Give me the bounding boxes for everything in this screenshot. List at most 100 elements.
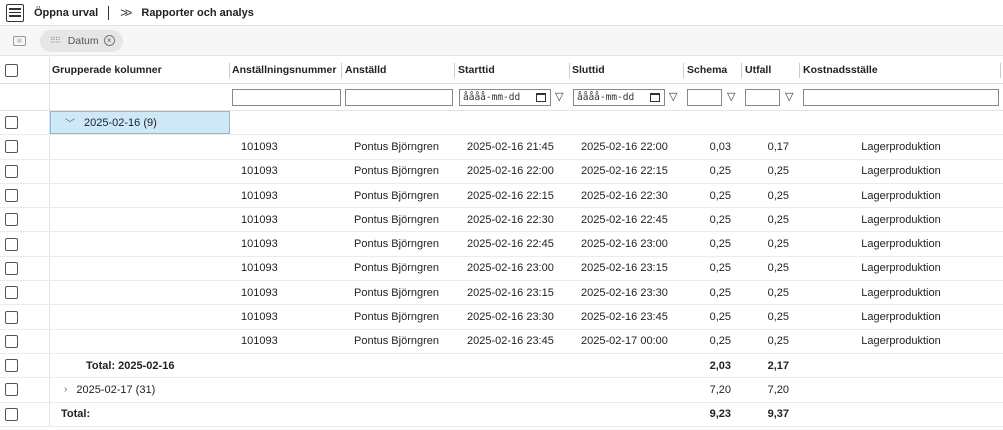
end-date-filter-input[interactable]: åååå-mm-dd bbox=[573, 89, 665, 106]
cell-cost-center: Lagerproduktion bbox=[861, 213, 941, 226]
group-total-utfall: 2,17 bbox=[767, 359, 789, 372]
cell-employee: Pontus Björngren bbox=[354, 262, 439, 275]
cell-utfall: 0,25 bbox=[767, 311, 789, 324]
cell-end: 2025-02-16 22:30 bbox=[581, 189, 668, 202]
cell-employee: Pontus Björngren bbox=[354, 335, 439, 348]
date-placeholder: åååå-mm-dd bbox=[463, 92, 521, 103]
open-selection-button[interactable]: Öppna urval bbox=[34, 7, 98, 19]
employee-filter-input[interactable] bbox=[345, 89, 453, 106]
col-header-end[interactable]: Sluttid bbox=[572, 57, 684, 83]
toolbar: Öppna urval >> Rapporter och analys bbox=[0, 0, 1003, 26]
grand-total-row: Total: 9,23 9,37 bbox=[0, 402, 1003, 427]
row-checkbox[interactable] bbox=[5, 286, 18, 300]
row-checkbox[interactable] bbox=[5, 213, 18, 227]
table-row[interactable]: 101093 Pontus Björngren 2025-02-16 23:15 20… bbox=[0, 281, 1003, 306]
reports-and-analysis-link[interactable]: Rapporter och analys bbox=[141, 7, 253, 19]
calendar-icon[interactable] bbox=[650, 93, 660, 102]
cell-employee: Pontus Björngren bbox=[354, 165, 439, 178]
cell-cost-center: Lagerproduktion bbox=[861, 335, 941, 348]
filter-icon[interactable]: ▽ bbox=[727, 90, 735, 103]
row-checkbox[interactable] bbox=[5, 310, 18, 324]
group-schema: 7,20 bbox=[709, 383, 731, 396]
cell-utfall: 0,25 bbox=[767, 286, 789, 299]
row-checkbox[interactable] bbox=[5, 334, 18, 348]
utfall-filter-input[interactable] bbox=[745, 89, 780, 106]
group-chip-label: Datum bbox=[67, 34, 99, 47]
cell-emp-no: 101093 bbox=[241, 262, 278, 275]
cell-end: 2025-02-16 23:30 bbox=[581, 286, 668, 299]
table-row[interactable]: 101093 Pontus Björngren 2025-02-16 23:45 20… bbox=[0, 329, 1003, 354]
cell-start: 2025-02-16 23:45 bbox=[467, 335, 554, 348]
cell-schema: 0,25 bbox=[709, 262, 731, 275]
table-row[interactable]: 101093 Pontus Björngren 2025-02-16 22:15 20… bbox=[0, 183, 1003, 209]
select-all-checkbox[interactable] bbox=[5, 63, 18, 77]
cell-cost-center: Lagerproduktion bbox=[861, 140, 941, 153]
chevron-right-icon[interactable]: › bbox=[64, 384, 67, 395]
cell-schema: 0,25 bbox=[709, 213, 731, 226]
filter-icon[interactable]: ▽ bbox=[785, 90, 793, 103]
cell-emp-no: 101093 bbox=[241, 140, 278, 153]
cell-cost-center: Lagerproduktion bbox=[861, 189, 941, 202]
group-chip-datum[interactable]: ⠿⠿ Datum × bbox=[40, 29, 123, 52]
row-checkbox[interactable] bbox=[5, 140, 18, 154]
group-row[interactable]: ﹀ 2025-02-16 (9) bbox=[0, 111, 1003, 136]
chevron-down-icon[interactable]: ﹀ bbox=[65, 115, 75, 130]
cell-utfall: 0,17 bbox=[767, 140, 789, 153]
cell-end: 2025-02-16 23:45 bbox=[581, 311, 668, 324]
group-label: 2025-02-17 (31) bbox=[76, 383, 156, 396]
calendar-icon[interactable] bbox=[536, 93, 546, 102]
cell-employee: Pontus Björngren bbox=[354, 189, 439, 202]
filter-icon[interactable]: ▽ bbox=[669, 90, 677, 103]
schema-filter-input[interactable] bbox=[687, 89, 722, 106]
cell-emp-no: 101093 bbox=[241, 286, 278, 299]
group-cell-selected[interactable]: ﹀ 2025-02-16 (9) bbox=[50, 111, 230, 135]
row-checkbox[interactable] bbox=[5, 407, 18, 421]
cost-center-filter-input[interactable] bbox=[803, 89, 999, 106]
col-header-employee[interactable]: Anställd bbox=[345, 57, 455, 83]
row-checkbox[interactable] bbox=[5, 189, 18, 203]
col-header-utfall[interactable]: Utfall bbox=[745, 57, 800, 83]
cell-start: 2025-02-16 23:30 bbox=[467, 311, 554, 324]
col-header-schema[interactable]: Schema bbox=[687, 57, 742, 83]
col-header-emp-no[interactable]: Anställningsnummer bbox=[232, 57, 342, 83]
table-row[interactable]: 101093 Pontus Björngren 2025-02-16 22:00 20… bbox=[0, 159, 1003, 184]
drag-handle-icon[interactable]: ⠿⠿ bbox=[50, 36, 61, 45]
table-row[interactable]: 101093 Pontus Björngren 2025-02-16 23:00 20… bbox=[0, 256, 1003, 282]
cell-end: 2025-02-16 23:15 bbox=[581, 262, 668, 275]
list-checklist-icon[interactable] bbox=[6, 3, 24, 22]
col-header-grouped[interactable]: Grupperade kolumner bbox=[52, 57, 230, 83]
col-header-cost-center[interactable]: Kostnadsställe bbox=[803, 57, 1001, 83]
table-row[interactable]: 101093 Pontus Björngren 2025-02-16 21:45 20… bbox=[0, 135, 1003, 160]
cell-emp-no: 101093 bbox=[241, 311, 278, 324]
table-row[interactable]: 101093 Pontus Björngren 2025-02-16 22:30 20… bbox=[0, 208, 1003, 233]
cell-cost-center: Lagerproduktion bbox=[861, 262, 941, 275]
row-checkbox[interactable] bbox=[5, 359, 18, 373]
cell-employee: Pontus Björngren bbox=[354, 238, 439, 251]
group-row[interactable]: › 2025-02-17 (31) 7,20 7,20 bbox=[0, 378, 1003, 403]
cell-start: 2025-02-16 22:00 bbox=[467, 165, 554, 178]
cell-utfall: 0,25 bbox=[767, 213, 789, 226]
cell-cost-center: Lagerproduktion bbox=[861, 311, 941, 324]
filter-icon[interactable]: ▽ bbox=[555, 90, 563, 103]
row-checkbox[interactable] bbox=[5, 116, 18, 130]
start-date-filter-input[interactable]: åååå-mm-dd bbox=[459, 89, 551, 106]
table-row[interactable]: 101093 Pontus Björngren 2025-02-16 22:45 20… bbox=[0, 232, 1003, 257]
row-checkbox[interactable] bbox=[5, 383, 18, 397]
row-checkbox[interactable] bbox=[5, 164, 18, 178]
double-chevron-right-icon[interactable]: >> bbox=[120, 5, 132, 20]
row-checkbox[interactable] bbox=[5, 261, 18, 275]
cell-utfall: 0,25 bbox=[767, 189, 789, 202]
cell-start: 2025-02-16 22:15 bbox=[467, 189, 554, 202]
cell-employee: Pontus Björngren bbox=[354, 213, 439, 226]
emp-no-filter-input[interactable] bbox=[232, 89, 341, 106]
col-header-start[interactable]: Starttid bbox=[458, 57, 570, 83]
cell-end: 2025-02-16 22:45 bbox=[581, 213, 668, 226]
table-row[interactable]: 101093 Pontus Björngren 2025-02-16 23:30 20… bbox=[0, 305, 1003, 330]
cell-employee: Pontus Björngren bbox=[354, 311, 439, 324]
cell-start: 2025-02-16 23:00 bbox=[467, 262, 554, 275]
remove-chip-icon[interactable]: × bbox=[103, 35, 115, 46]
cell-end: 2025-02-17 00:00 bbox=[581, 335, 668, 348]
group-total-row: Total: 2025-02-16 2,03 2,17 bbox=[0, 353, 1003, 379]
cell-end: 2025-02-16 22:15 bbox=[581, 165, 668, 178]
row-checkbox[interactable] bbox=[5, 237, 18, 251]
